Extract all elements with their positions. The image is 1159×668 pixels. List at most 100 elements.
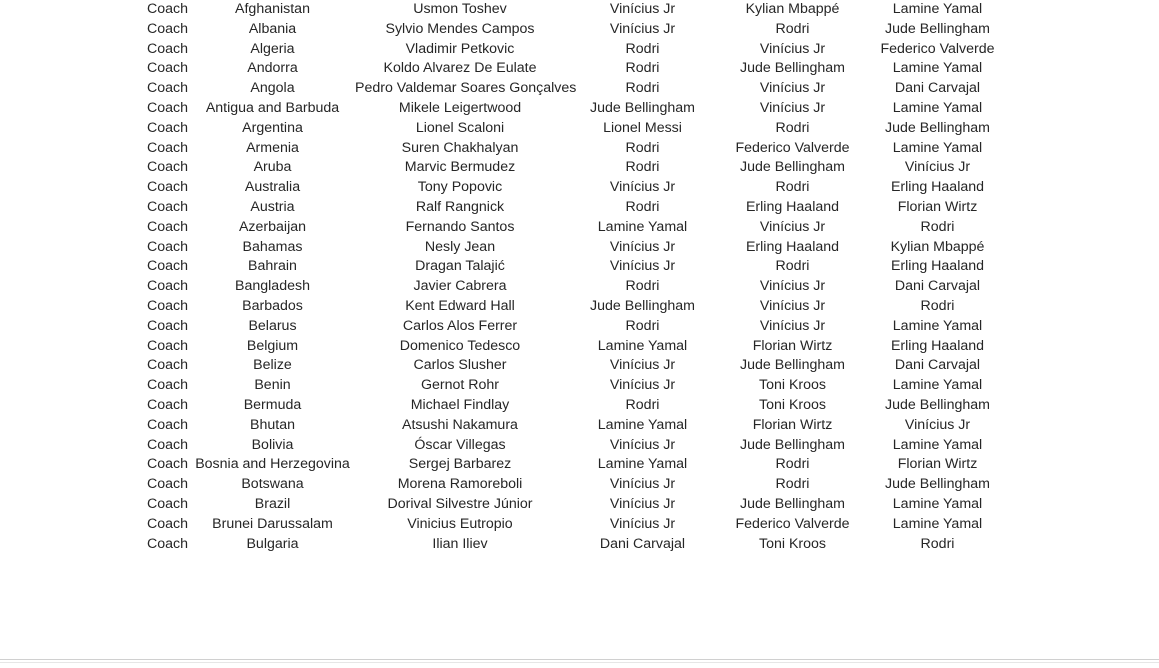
cell-player-1: Rodri: [625, 80, 660, 97]
cell-country: Bahamas: [242, 238, 303, 255]
cell-coach-name: Sergej Barbarez: [408, 456, 512, 473]
page-root: Coach Afghanistan Usmon Toshev Vinícius Jr K…: [0, 0, 1159, 668]
cell-player-1: Dani Carvajal: [599, 535, 686, 552]
cell-player-3: Lamine Yamal: [892, 377, 983, 394]
cell-coach-name: Nesly Jean: [424, 238, 496, 255]
cell-player-1: Lamine Yamal: [597, 456, 688, 473]
cell-country: Brunei Darussalam: [212, 515, 333, 532]
row-gutter-right: [1010, 20, 1159, 40]
row-gutter-left: [0, 79, 145, 99]
table-row: Coach Botswana Morena Ramoreboli Vinícius J…: [0, 475, 1159, 495]
cell-coach-name: Carlos Alos Ferrer: [402, 317, 518, 334]
cell-role: Coach: [146, 278, 188, 295]
cell-coach-name: Domenico Tedesco: [399, 337, 521, 354]
cell-player-2: Rodri: [775, 456, 810, 473]
cell-country: Andorra: [247, 60, 298, 77]
cell-country: Azerbaijan: [238, 218, 307, 235]
cell-player-3: Federico Valverde: [880, 40, 995, 57]
cell-role: Coach: [146, 258, 188, 275]
cell-player-3: Lamine Yamal: [892, 317, 983, 334]
row-gutter-right: [1010, 40, 1159, 60]
row-gutter-left: [0, 515, 145, 535]
cell-coach-name: Sylvio Mendes Campos: [385, 20, 535, 37]
cell-player-1: Lamine Yamal: [597, 416, 688, 433]
cell-player-2: Kylian Mbappé: [745, 1, 840, 17]
cell-player-2: Vinícius Jr: [759, 278, 826, 295]
row-gutter-right: [1010, 218, 1159, 238]
cell-player-3: Jude Bellingham: [885, 119, 990, 136]
table-row: Coach Bangladesh Javier Cabrera Rodri Viníci…: [0, 277, 1159, 297]
cell-player-1: Lamine Yamal: [597, 218, 688, 235]
row-gutter-right: [1010, 178, 1159, 198]
cell-player-3: Kylian Mbappé: [890, 238, 985, 255]
cell-player-1: Vinícius Jr: [609, 179, 676, 196]
cell-role: Coach: [146, 40, 188, 57]
row-gutter-left: [0, 158, 145, 178]
cell-country: Belize: [253, 357, 292, 374]
table-row: Coach Benin Gernot Rohr Vinícius Jr Toni Kro…: [0, 376, 1159, 396]
cell-player-1: Vinícius Jr: [609, 515, 676, 532]
cell-player-2: Rodri: [775, 179, 810, 196]
row-gutter-right: [1010, 99, 1159, 119]
cell-coach-name: Koldo Alvarez De Eulate: [383, 60, 537, 77]
cell-role: Coach: [146, 218, 188, 235]
cell-player-1: Vinícius Jr: [609, 357, 676, 374]
table-row: Coach Bulgaria Ilian Iliev Dani Carvajal Ton…: [0, 535, 1159, 555]
cell-country: Angola: [250, 80, 295, 97]
cell-player-3: Lamine Yamal: [892, 139, 983, 156]
cell-role: Coach: [146, 179, 188, 196]
cell-player-2: Vinícius Jr: [759, 218, 826, 235]
cell-player-2: Toni Kroos: [758, 535, 827, 552]
cell-player-2: Jude Bellingham: [740, 60, 845, 77]
cell-country: Bosnia and Herzegovina: [195, 456, 350, 473]
row-gutter-left: [0, 475, 145, 495]
cell-player-1: Rodri: [625, 40, 660, 57]
row-gutter-left: [0, 416, 145, 436]
cell-player-1: Vinícius Jr: [609, 258, 676, 275]
cell-player-3: Lamine Yamal: [892, 515, 983, 532]
row-gutter-left: [0, 317, 145, 337]
row-gutter-right: [1010, 198, 1159, 218]
row-gutter-right: [1010, 396, 1159, 416]
row-gutter-left: [0, 376, 145, 396]
cell-role: Coach: [146, 377, 188, 394]
cell-player-1: Rodri: [625, 278, 660, 295]
cell-role: Coach: [146, 436, 188, 453]
cell-coach-name: Ralf Rangnick: [415, 198, 505, 215]
cell-coach-name: Vladimir Petkovic: [405, 40, 515, 57]
cell-player-3: Vinícius Jr: [904, 159, 971, 176]
table-row: Coach Aruba Marvic Bermudez Rodri Jude Belli…: [0, 158, 1159, 178]
row-gutter-left: [0, 257, 145, 277]
cell-coach-name: Mikele Leigertwood: [398, 99, 522, 116]
cell-player-1: Vinícius Jr: [609, 436, 676, 453]
table-row: Coach Andorra Koldo Alvarez De Eulate Rodri…: [0, 59, 1159, 79]
row-gutter-right: [1010, 59, 1159, 79]
cell-player-3: Vinícius Jr: [904, 416, 971, 433]
table-row: Coach Belize Carlos Slusher Vinícius Jr Jude…: [0, 356, 1159, 376]
row-gutter-left: [0, 297, 145, 317]
row-gutter-left: [0, 139, 145, 159]
cell-role: Coach: [146, 337, 188, 354]
cell-role: Coach: [146, 515, 188, 532]
cell-player-1: Rodri: [625, 317, 660, 334]
cell-role: Coach: [146, 80, 188, 97]
cell-role: Coach: [146, 396, 188, 413]
row-gutter-left: [0, 356, 145, 376]
cell-player-1: Jude Bellingham: [590, 297, 695, 314]
cell-coach-name: Gernot Rohr: [420, 377, 500, 394]
row-gutter-right: [1010, 317, 1159, 337]
cell-country: Algeria: [250, 40, 295, 57]
cell-player-2: Vinícius Jr: [759, 297, 826, 314]
cell-role: Coach: [146, 535, 188, 552]
cell-coach-name: Marvic Bermudez: [404, 159, 516, 176]
cell-coach-name: Suren Chakhalyan: [401, 139, 519, 156]
table-row: Coach Armenia Suren Chakhalyan Rodri Federic…: [0, 139, 1159, 159]
row-gutter-left: [0, 337, 145, 357]
cell-role: Coach: [146, 1, 188, 17]
cell-role: Coach: [146, 357, 188, 374]
row-gutter-right: [1010, 535, 1159, 555]
cell-coach-name: Michael Findlay: [410, 396, 510, 413]
row-gutter-left: [0, 198, 145, 218]
cell-coach-name: Ilian Iliev: [432, 535, 488, 552]
cell-role: Coach: [146, 99, 188, 116]
